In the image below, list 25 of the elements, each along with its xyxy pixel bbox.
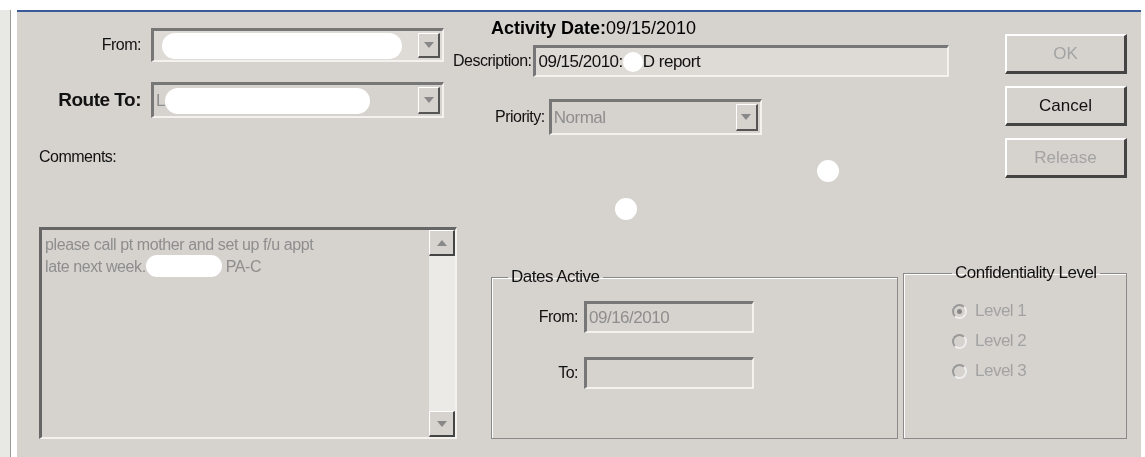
activity-date: Activity Date:09/15/2010: [491, 18, 697, 39]
dropdown-arrow-icon: [423, 42, 434, 48]
priority-label: Priority:: [495, 108, 545, 126]
description-field[interactable]: 09/15/2010: D report: [533, 45, 950, 77]
redaction-dot: [817, 160, 839, 182]
field-label: To:: [557, 364, 578, 382]
comment-line: late next week.: [45, 256, 146, 277]
dialog-button[interactable]: Cancel: [1005, 86, 1127, 126]
comment-signature: PA-C: [225, 256, 262, 277]
field-label: From:: [537, 308, 578, 326]
scroll-up-icon: [436, 239, 447, 246]
redaction-dot: [615, 198, 637, 220]
comment-line: please call pt mother and set up f/u appt: [45, 235, 315, 255]
field-label: Route To:: [57, 89, 141, 111]
redaction-mark: [622, 51, 643, 72]
description-label: Description:: [453, 52, 532, 70]
from-dropdown[interactable]: [151, 28, 444, 62]
comments-label: Comments:: [39, 148, 117, 166]
group-title: Confidentiality Level: [954, 263, 1098, 283]
to-date-field[interactable]: [584, 357, 754, 389]
dropdown-arrow-icon: [423, 97, 434, 103]
dropdown-arrow-icon: [741, 114, 752, 120]
scroll-down-icon: [436, 420, 447, 427]
field-label: From:: [100, 36, 141, 54]
group-title: Dates Active: [510, 267, 601, 287]
